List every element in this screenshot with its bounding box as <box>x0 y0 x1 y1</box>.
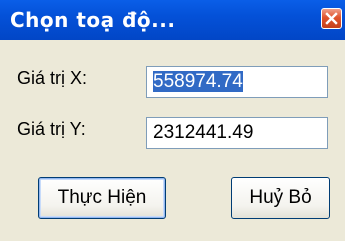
execute-button[interactable]: Thực Hiện <box>38 177 166 219</box>
close-icon <box>325 12 338 25</box>
cancel-button-label: Huỷ Bỏ <box>249 187 312 208</box>
x-value-field[interactable]: 558974.74 <box>146 66 328 98</box>
close-button[interactable] <box>321 8 342 29</box>
y-value-field[interactable]: 2312441.49 <box>146 117 328 149</box>
execute-button-label: Thực Hiện <box>57 187 147 208</box>
cancel-button[interactable]: Huỷ Bỏ <box>231 177 330 219</box>
y-value-label: Giá trị Y: <box>17 119 86 139</box>
window-title: Chọn toạ độ... <box>10 8 176 32</box>
y-value-text: 2312441.49 <box>153 122 254 143</box>
x-value-label: Giá trị X: <box>17 68 88 88</box>
dialog-window: Chọn toạ độ... Giá trị X: 558974.74 Giá … <box>0 0 345 241</box>
title-bar[interactable]: Chọn toạ độ... <box>0 0 345 40</box>
x-value-text: 558974.74 <box>153 71 243 92</box>
